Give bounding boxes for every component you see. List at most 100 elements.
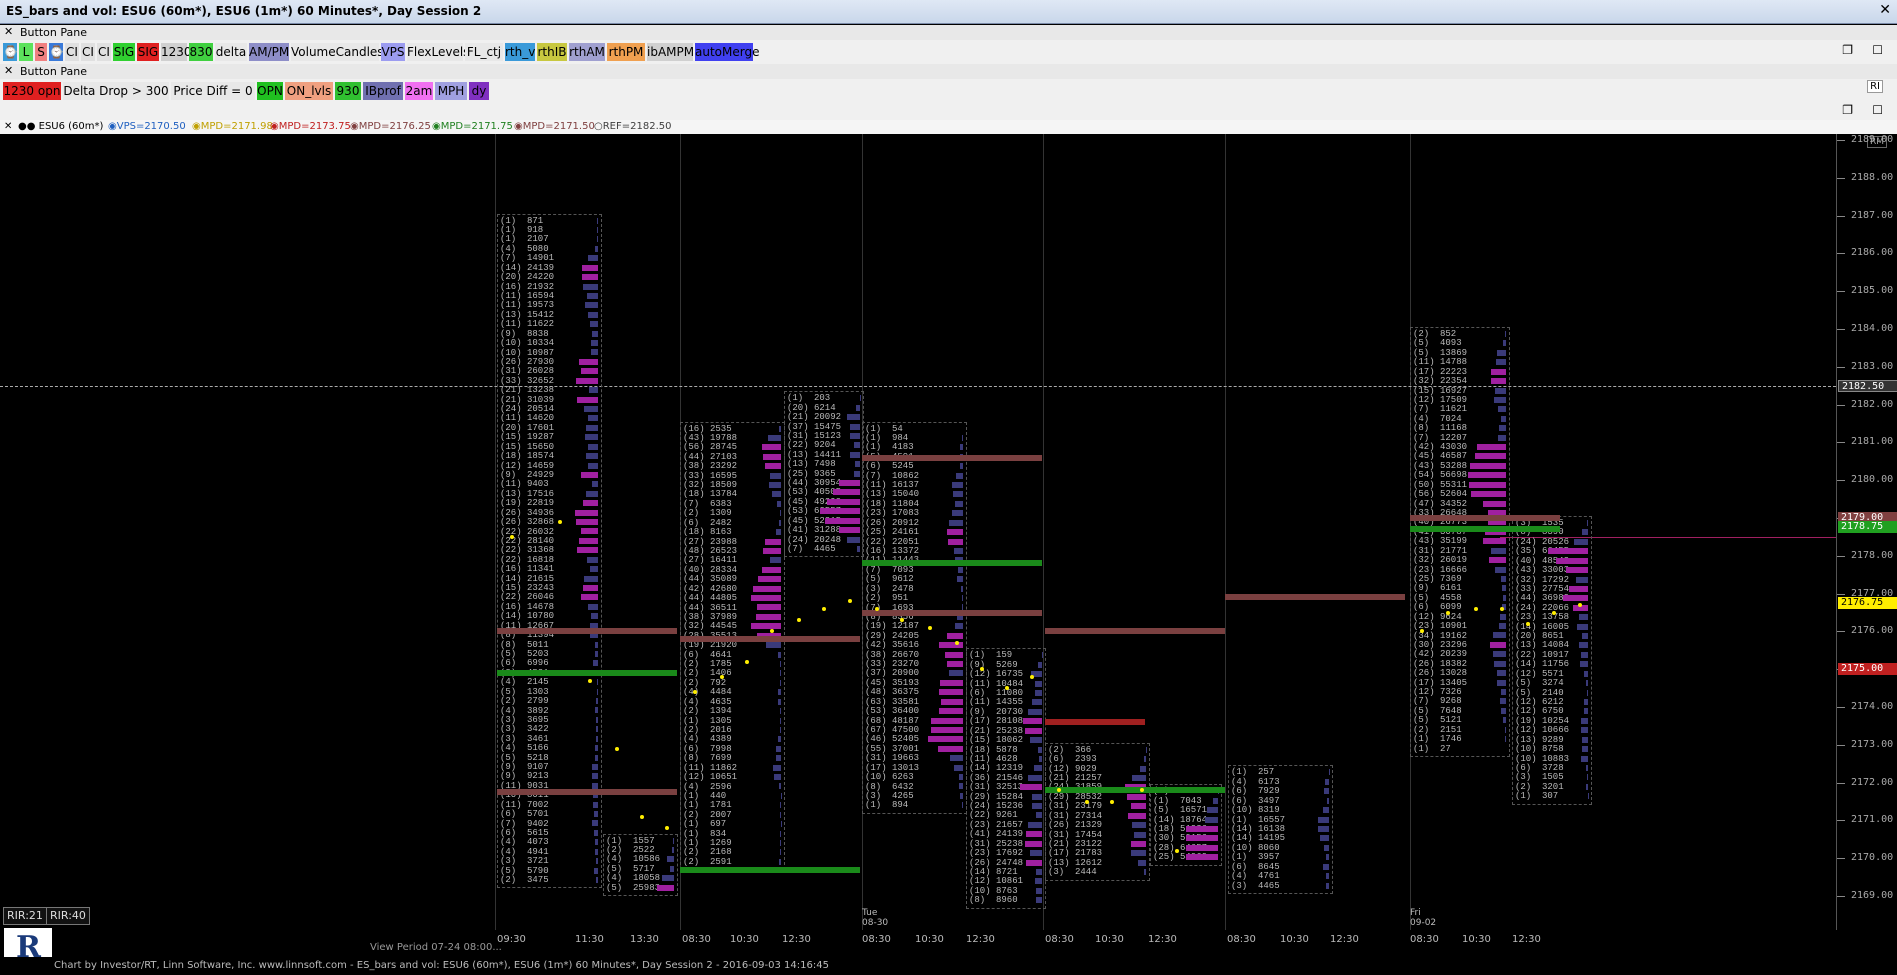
volume-bar xyxy=(1498,623,1506,630)
time-tick: 12:30 xyxy=(1330,934,1359,945)
toolbar-button-15[interactable]: FlexLevels xyxy=(407,43,469,61)
toolbar-button-16[interactable]: FL_ctj xyxy=(465,43,503,61)
chart-plot-area[interactable]: (1) 871 (1) 918 (1) 2107 (4) 5080 (7) 14… xyxy=(0,134,1836,930)
volume-bar xyxy=(1496,359,1506,366)
button-row-1: ❐ ☐ ⌚ L S ⌚ CI CI CI SIG SIG 1230 830 delta AM/PM Vol… xyxy=(0,40,1897,65)
price-tick: 2180.00 xyxy=(1836,474,1894,486)
volume-bar xyxy=(577,396,598,403)
toolbar-button-9[interactable]: 1230 xyxy=(161,43,192,61)
filter-button-5[interactable]: 930 xyxy=(335,82,361,100)
filter-button-6[interactable]: IBprof xyxy=(363,82,403,100)
filter-button-0[interactable]: 1230 opn xyxy=(3,82,61,100)
volume-bar xyxy=(1030,850,1042,857)
legend-item-0[interactable]: ●● ESU6 (60m*) xyxy=(18,121,103,132)
legend-item-4[interactable]: ◉MPD=2176.25 xyxy=(350,121,431,132)
toolbar-button-21[interactable]: ibAMPM xyxy=(647,43,694,61)
volume-bar xyxy=(1028,708,1042,715)
toolbar-button-1[interactable]: L xyxy=(19,43,33,61)
filter-button-1[interactable]: Delta Drop > 300 xyxy=(63,82,169,100)
volume-bar xyxy=(1576,576,1588,583)
filter-button-8[interactable]: MPH xyxy=(435,82,467,100)
ref-line xyxy=(0,385,1836,387)
price-axis[interactable]: RM 2189.00 2188.00 2187.00 2186.00 2185.00 21… xyxy=(1836,134,1897,930)
volume-bar xyxy=(1565,567,1588,574)
close-icon[interactable]: ✕ xyxy=(4,121,12,132)
volume-bar xyxy=(1029,737,1042,744)
volume-bar xyxy=(595,707,598,714)
filter-button-7[interactable]: 2am xyxy=(405,82,433,100)
volume-bar xyxy=(1035,812,1042,819)
toolbar-button-22[interactable]: autoMerge xyxy=(695,43,759,61)
volume-bar xyxy=(580,368,598,375)
volume-bar xyxy=(580,594,598,601)
volume-bar xyxy=(1482,538,1506,545)
volume-bar xyxy=(778,736,781,743)
filter-button-4[interactable]: ON_lvls xyxy=(285,82,333,100)
toolbar-button-17[interactable]: rth_v xyxy=(505,43,535,61)
toolbar-button-2[interactable]: S xyxy=(35,43,47,61)
legend-item-1[interactable]: ◉VPS=2170.50 xyxy=(108,121,186,132)
volume-bar xyxy=(1036,868,1042,875)
filter-button-3[interactable]: OPN xyxy=(257,82,283,100)
volume-bar xyxy=(1031,803,1042,810)
time-axis[interactable]: View Period 07-24 08:00... 09:30 11:30 13:… xyxy=(0,908,1836,957)
volume-bar xyxy=(1502,717,1506,724)
volume-bar xyxy=(1504,726,1506,733)
price-marker: 2175.00 xyxy=(1838,663,1897,676)
restore-icon[interactable]: ❐ xyxy=(1842,103,1853,117)
toolbar-button-19[interactable]: rthAM xyxy=(569,43,605,61)
toolbar-button-7[interactable]: SIG xyxy=(113,43,135,61)
toolbar-button-6[interactable]: CI xyxy=(97,43,111,61)
toolbar-button-14[interactable]: VPS xyxy=(381,43,405,61)
vwap-dot xyxy=(875,606,879,611)
close-icon[interactable]: ✕ xyxy=(1879,2,1891,18)
price-level xyxy=(680,866,860,873)
volume-bar xyxy=(1581,717,1588,724)
volume-bar xyxy=(1577,623,1588,630)
volume-bar xyxy=(590,349,598,356)
maximize-icon[interactable]: ☐ xyxy=(1872,43,1883,57)
volume-bar xyxy=(1501,688,1506,695)
volume-bar xyxy=(1499,613,1506,620)
close-icon[interactable]: ✕ xyxy=(4,25,13,38)
volume-bar xyxy=(594,811,598,818)
volume-bar xyxy=(1326,797,1329,804)
legend-item-7[interactable]: ○REF=2182.50 xyxy=(594,121,671,132)
volume-bar xyxy=(755,613,781,620)
volume-bar xyxy=(1131,822,1146,829)
legend-item-5[interactable]: ◉MPD=2171.75 xyxy=(432,121,513,132)
filter-button-2[interactable]: Price Diff = 0 xyxy=(171,82,255,100)
volume-bar xyxy=(594,641,598,648)
toolbar-button-4[interactable]: CI xyxy=(65,43,79,61)
time-tick: 12:30 xyxy=(1148,934,1177,945)
volume-bar xyxy=(1130,841,1146,847)
ri-button[interactable]: RI xyxy=(1867,80,1883,93)
legend-item-2[interactable]: ◉MPD=2171.98 xyxy=(192,121,273,132)
toolbar-button-0[interactable]: ⌚ xyxy=(3,43,18,61)
volume-bar xyxy=(1323,788,1329,795)
toolbar-button-11[interactable]: delta xyxy=(215,43,247,61)
toolbar-button-13[interactable]: VolumeCandles xyxy=(291,43,384,61)
toolbar-button-5[interactable]: CI xyxy=(81,43,95,61)
volume-bar xyxy=(1586,520,1588,526)
filter-button-9[interactable]: dy xyxy=(469,82,489,100)
volume-bar xyxy=(594,829,598,836)
volume-bar xyxy=(1505,331,1506,337)
toolbar-button-3[interactable]: ⌚ xyxy=(49,43,64,61)
legend-item-3[interactable]: ◉MPD=2173.75 xyxy=(270,121,351,132)
toolbar-button-8[interactable]: SIG xyxy=(137,43,159,61)
maximize-icon[interactable]: ☐ xyxy=(1872,103,1883,117)
toolbar-button-10[interactable]: 830 xyxy=(189,43,213,61)
volume-bar xyxy=(958,783,963,790)
toolbar-button-18[interactable]: rthIB xyxy=(537,43,567,61)
restore-icon[interactable]: ❐ xyxy=(1842,43,1853,57)
toolbar-button-12[interactable]: AM/PM xyxy=(249,43,289,61)
volume-bar xyxy=(765,463,781,470)
toolbar-button-20[interactable]: rthPM xyxy=(607,43,645,61)
legend-item-6[interactable]: ◉MPD=2171.50 xyxy=(514,121,595,132)
volume-bar xyxy=(588,255,598,262)
volume-bar xyxy=(945,651,963,658)
volume-bar xyxy=(1586,774,1588,781)
close-icon[interactable]: ✕ xyxy=(4,64,13,77)
volume-bar xyxy=(1186,835,1218,842)
